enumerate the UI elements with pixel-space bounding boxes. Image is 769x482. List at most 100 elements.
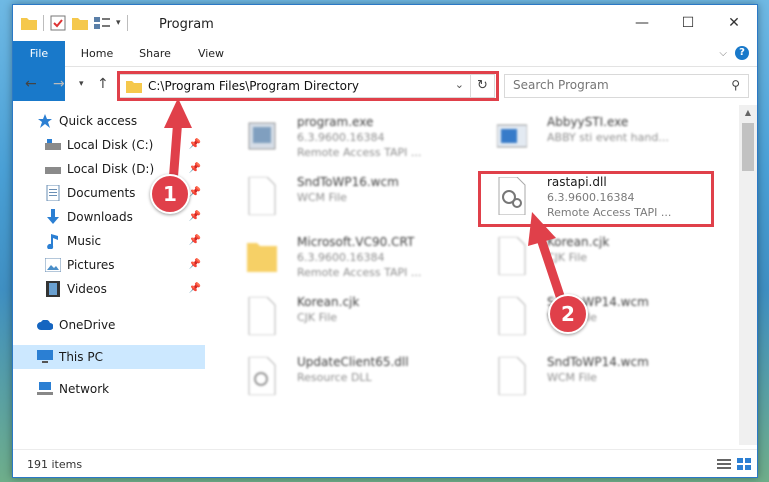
sidebar-item-label: Pictures <box>67 258 115 272</box>
sidebar-item-label: This PC <box>59 350 103 364</box>
file-type: WCM File <box>547 371 597 384</box>
file-item[interactable]: SndToWP14.wcm WCM File <box>467 289 717 349</box>
pictures-icon <box>45 257 61 273</box>
folder-icon <box>247 243 277 272</box>
pin-icon[interactable]: 📌 <box>189 139 201 150</box>
videos-icon <box>45 281 61 297</box>
close-button[interactable]: ✕ <box>711 5 757 41</box>
file-name: SndToWP14.wcm <box>547 355 649 369</box>
network-icon <box>37 381 53 397</box>
ribbon-right-controls: ⌵ ? <box>719 46 749 60</box>
sidebar-item-onedrive[interactable]: OneDrive <box>13 313 205 337</box>
large-icons-view-icon[interactable] <box>737 458 751 470</box>
tab-home[interactable]: Home <box>75 41 119 67</box>
file-version: 6.3.9600.16384 <box>297 251 385 264</box>
expand-ribbon-icon[interactable]: ⌵ <box>719 48 727 59</box>
scrollbar-thumb[interactable] <box>742 123 754 171</box>
scroll-up-icon[interactable]: ▲ <box>739 105 757 121</box>
document-icon <box>498 237 526 275</box>
file-item[interactable]: Microsoft.VC90.CRT 6.3.9600.16384 Remote… <box>217 229 467 289</box>
application-icon <box>497 124 527 148</box>
search-input[interactable] <box>513 78 713 92</box>
file-item[interactable]: SndToWP16.wcm WCM File <box>217 169 467 229</box>
sidebar-item-label: Downloads <box>67 210 133 224</box>
new-folder-icon[interactable] <box>72 16 88 30</box>
sidebar-item-label: Local Disk (D:) <box>67 162 155 176</box>
sidebar-item-label: OneDrive <box>59 318 116 332</box>
file-type: Resource DLL <box>297 371 372 384</box>
forward-arrow-icon[interactable]: → <box>53 76 65 92</box>
status-bar: 191 items <box>13 449 757 477</box>
details-view-icon[interactable] <box>717 458 731 470</box>
navigation-bar: ← → ▾ ↑ C:\Program Files\Program Directo… <box>13 69 757 101</box>
file-type: WCM File <box>297 191 347 204</box>
sidebar-item-quick-access[interactable]: Quick access <box>13 109 205 133</box>
sidebar-item-music[interactable]: Music 📌 <box>13 229 205 253</box>
file-item[interactable]: UpdateClient65.dll Resource DLL <box>217 349 467 409</box>
chevron-down-icon[interactable]: ▾ <box>116 18 121 28</box>
maximize-button[interactable]: ☐ <box>665 5 711 41</box>
sidebar-item-label: Videos <box>67 282 107 296</box>
sidebar-item-local-disk-c[interactable]: Local Disk (C:) 📌 <box>13 133 205 157</box>
file-list: program.exe 6.3.9600.16384 Remote Access… <box>207 105 739 445</box>
folder-icon <box>21 18 37 30</box>
cloud-icon <box>37 317 53 333</box>
file-name: Microsoft.VC90.CRT <box>297 235 415 249</box>
toolbar-divider <box>126 15 128 31</box>
search-box[interactable]: ⚲ <box>504 74 749 98</box>
pin-icon[interactable]: 📌 <box>189 235 201 246</box>
sidebar-item-videos[interactable]: Videos 📌 <box>13 277 205 301</box>
file-item[interactable]: AbbyySTI.exe ABBY sti event hand... <box>467 109 717 169</box>
ribbon-tabs: File Home Share View ⌵ ? <box>13 41 757 101</box>
file-version: 6.3.9600.16384 <box>297 131 385 144</box>
sidebar-item-label: Music <box>67 234 102 248</box>
sidebar-item-label: Network <box>59 382 110 396</box>
application-icon <box>248 122 276 150</box>
file-name: Korean.cjk <box>547 235 610 249</box>
file-type: CJK File <box>547 251 588 264</box>
drive-icon <box>45 137 61 153</box>
sidebar-item-network[interactable]: Network <box>13 377 205 401</box>
dll-gear-icon <box>248 357 276 395</box>
up-arrow-icon[interactable]: ↑ <box>97 76 109 92</box>
music-icon <box>45 233 61 249</box>
view-options-icon[interactable] <box>94 16 110 30</box>
help-icon[interactable]: ? <box>735 46 749 60</box>
file-item[interactable]: SndToWP14.wcm WCM File <box>467 349 717 409</box>
properties-icon[interactable] <box>50 15 66 31</box>
minimize-button[interactable]: — <box>619 5 665 41</box>
file-description: ABBY sti event hand... <box>547 131 669 144</box>
sidebar-item-label: Documents <box>67 186 136 200</box>
sidebar-item-pictures[interactable]: Pictures 📌 <box>13 253 205 277</box>
document-icon <box>498 297 526 335</box>
file-description: Remote Access TAPI ... <box>297 266 422 279</box>
pin-icon[interactable]: 📌 <box>189 259 201 270</box>
navigation-pane: Quick access Local Disk (C:) 📌 Local Dis… <box>13 105 205 445</box>
search-icon[interactable]: ⚲ <box>731 78 740 92</box>
file-item[interactable]: program.exe 6.3.9600.16384 Remote Access… <box>217 109 467 169</box>
drive-icon <box>45 161 61 177</box>
pin-icon[interactable]: 📌 <box>189 187 201 198</box>
file-item[interactable]: Korean.cjk CJK File <box>217 289 467 349</box>
step-2-badge: 2 <box>548 294 588 334</box>
file-item[interactable]: Korean.cjk CJK File <box>467 229 717 289</box>
file-name: AbbyySTI.exe <box>547 115 629 129</box>
file-name: program.exe <box>297 115 374 129</box>
star-icon <box>37 113 53 129</box>
document-icon <box>498 357 526 395</box>
file-description: Remote Access TAPI ... <box>297 146 422 159</box>
back-arrow-icon[interactable]: ← <box>25 76 37 92</box>
sidebar-item-this-pc[interactable]: This PC <box>13 345 205 369</box>
file-type: CJK File <box>297 311 338 324</box>
recent-locations-icon[interactable]: ▾ <box>79 79 84 89</box>
title-bar: ▾ Program — ☐ ✕ <box>13 5 757 41</box>
tab-view[interactable]: View <box>191 41 231 67</box>
pin-icon[interactable]: 📌 <box>189 211 201 222</box>
vertical-scrollbar[interactable]: ▲ <box>739 105 757 445</box>
item-count: 191 items <box>27 458 83 471</box>
file-name: Korean.cjk <box>297 295 360 309</box>
tab-share[interactable]: Share <box>133 41 177 67</box>
pin-icon[interactable]: 📌 <box>189 163 201 174</box>
pin-icon[interactable]: 📌 <box>189 283 201 294</box>
downloads-icon <box>45 209 61 225</box>
